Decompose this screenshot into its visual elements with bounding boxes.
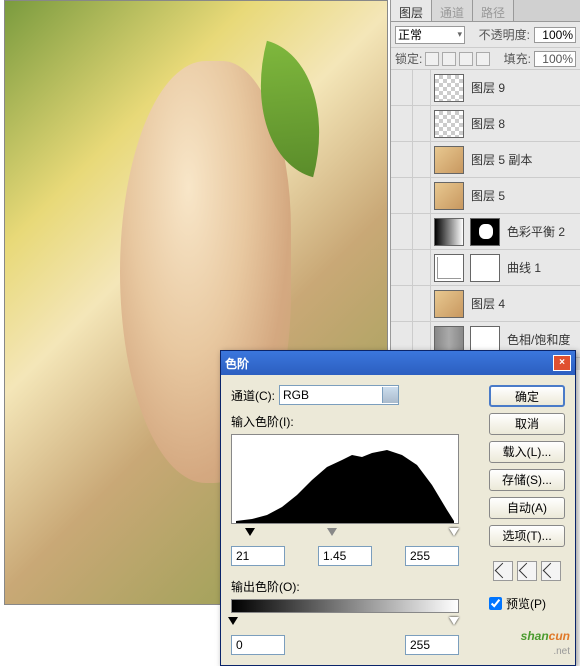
lock-row: 锁定: 填充: 100% bbox=[391, 48, 580, 70]
link-col[interactable] bbox=[413, 286, 431, 322]
layer-thumb[interactable] bbox=[434, 146, 464, 174]
output-sliders[interactable] bbox=[231, 617, 459, 629]
layer-thumb[interactable] bbox=[434, 74, 464, 102]
fill-value[interactable]: 100% bbox=[534, 51, 576, 67]
layer-row[interactable]: 图层 8 bbox=[391, 106, 580, 142]
panel-tabs: 图层 通道 路径 bbox=[391, 0, 580, 22]
visibility-icon[interactable] bbox=[391, 178, 413, 214]
tab-paths[interactable]: 路径 bbox=[473, 0, 514, 21]
layer-row[interactable]: 图层 4 bbox=[391, 286, 580, 322]
input-gamma-field[interactable] bbox=[318, 546, 372, 566]
output-gradient bbox=[231, 599, 459, 613]
tab-layers[interactable]: 图层 bbox=[391, 0, 432, 21]
visibility-icon[interactable] bbox=[391, 214, 413, 250]
output-levels-label: 输出色阶(O): bbox=[231, 578, 481, 595]
opacity-label: 不透明度: bbox=[479, 26, 530, 43]
tab-channels[interactable]: 通道 bbox=[432, 0, 473, 21]
histogram bbox=[231, 434, 459, 524]
visibility-icon[interactable] bbox=[391, 286, 413, 322]
blend-mode-row: 正常 不透明度: 100% bbox=[391, 22, 580, 48]
layers-panel: 图层 通道 路径 正常 不透明度: 100% 锁定: 填充: 100% 图层 9… bbox=[390, 0, 580, 370]
layer-name: 图层 4 bbox=[471, 295, 505, 312]
input-levels-label: 输入色阶(I): bbox=[231, 413, 481, 430]
out-black-slider[interactable] bbox=[228, 617, 238, 630]
layer-thumb[interactable] bbox=[434, 254, 464, 282]
layer-name: 曲线 1 bbox=[507, 259, 541, 276]
lock-transparency-icon[interactable] bbox=[425, 52, 439, 66]
layer-row[interactable]: 图层 5 副本 bbox=[391, 142, 580, 178]
layer-row[interactable]: 曲线 1 bbox=[391, 250, 580, 286]
eyedroppers bbox=[489, 561, 565, 581]
link-col[interactable] bbox=[413, 142, 431, 178]
dialog-title: 色阶 bbox=[225, 355, 249, 372]
levels-dialog: 色阶 × 通道(C): RGB 输入色阶(I): 输出色阶(O): bbox=[220, 350, 576, 666]
lock-label: 锁定: bbox=[395, 50, 422, 67]
visibility-icon[interactable] bbox=[391, 142, 413, 178]
cancel-button[interactable]: 取消 bbox=[489, 413, 565, 435]
preview-label: 预览(P) bbox=[506, 595, 546, 612]
gray-eyedropper-icon[interactable] bbox=[517, 561, 537, 581]
black-point-slider[interactable] bbox=[245, 528, 255, 541]
white-eyedropper-icon[interactable] bbox=[541, 561, 561, 581]
white-point-slider[interactable] bbox=[449, 528, 459, 541]
layer-name: 图层 5 副本 bbox=[471, 151, 532, 168]
layer-name: 图层 8 bbox=[471, 115, 505, 132]
output-white-field[interactable] bbox=[405, 635, 459, 655]
save-button[interactable]: 存储(S)... bbox=[489, 469, 565, 491]
link-col[interactable] bbox=[413, 250, 431, 286]
opacity-value[interactable]: 100% bbox=[534, 27, 576, 43]
watermark: shancun .net bbox=[521, 620, 570, 657]
input-sliders[interactable] bbox=[231, 528, 459, 540]
load-button[interactable]: 载入(L)... bbox=[489, 441, 565, 463]
layer-name: 图层 5 bbox=[471, 187, 505, 204]
layer-thumb[interactable] bbox=[434, 290, 464, 318]
visibility-icon[interactable] bbox=[391, 106, 413, 142]
layer-mask-thumb[interactable] bbox=[470, 254, 500, 282]
ok-button[interactable]: 确定 bbox=[489, 385, 565, 407]
visibility-icon[interactable] bbox=[391, 250, 413, 286]
channel-select[interactable]: RGB bbox=[279, 385, 399, 405]
link-col[interactable] bbox=[413, 106, 431, 142]
preview-checkbox[interactable]: 预览(P) bbox=[489, 595, 565, 612]
input-white-field[interactable] bbox=[405, 546, 459, 566]
out-white-slider[interactable] bbox=[449, 617, 459, 630]
layer-name: 色相/饱和度 bbox=[507, 331, 570, 348]
layer-name: 色彩平衡 2 bbox=[507, 223, 565, 240]
options-button[interactable]: 选项(T)... bbox=[489, 525, 565, 547]
close-icon[interactable]: × bbox=[553, 355, 571, 371]
layer-thumb[interactable] bbox=[434, 110, 464, 138]
auto-button[interactable]: 自动(A) bbox=[489, 497, 565, 519]
layers-list: 图层 9 图层 8 图层 5 副本图层 5 色彩平衡 2 曲线 1 图层 4 色相/饱和度 bbox=[391, 70, 580, 368]
lock-move-icon[interactable] bbox=[459, 52, 473, 66]
link-col[interactable] bbox=[413, 70, 431, 106]
layer-thumb[interactable] bbox=[434, 218, 464, 246]
channel-label: 通道(C): bbox=[231, 387, 275, 404]
black-eyedropper-icon[interactable] bbox=[493, 561, 513, 581]
layer-row[interactable]: 图层 9 bbox=[391, 70, 580, 106]
input-black-field[interactable] bbox=[231, 546, 285, 566]
layer-row[interactable]: 色彩平衡 2 bbox=[391, 214, 580, 250]
visibility-icon[interactable] bbox=[391, 70, 413, 106]
layer-name: 图层 9 bbox=[471, 79, 505, 96]
layer-thumb[interactable] bbox=[434, 182, 464, 210]
link-col[interactable] bbox=[413, 178, 431, 214]
fill-label: 填充: bbox=[504, 50, 531, 67]
gamma-slider[interactable] bbox=[327, 528, 337, 541]
link-col[interactable] bbox=[413, 214, 431, 250]
dialog-titlebar[interactable]: 色阶 × bbox=[221, 351, 575, 375]
layer-row[interactable]: 图层 5 bbox=[391, 178, 580, 214]
layer-mask-thumb[interactable] bbox=[470, 218, 500, 246]
lock-all-icon[interactable] bbox=[476, 52, 490, 66]
lock-paint-icon[interactable] bbox=[442, 52, 456, 66]
output-black-field[interactable] bbox=[231, 635, 285, 655]
blend-mode-select[interactable]: 正常 bbox=[395, 26, 465, 44]
preview-check-input[interactable] bbox=[489, 597, 502, 610]
